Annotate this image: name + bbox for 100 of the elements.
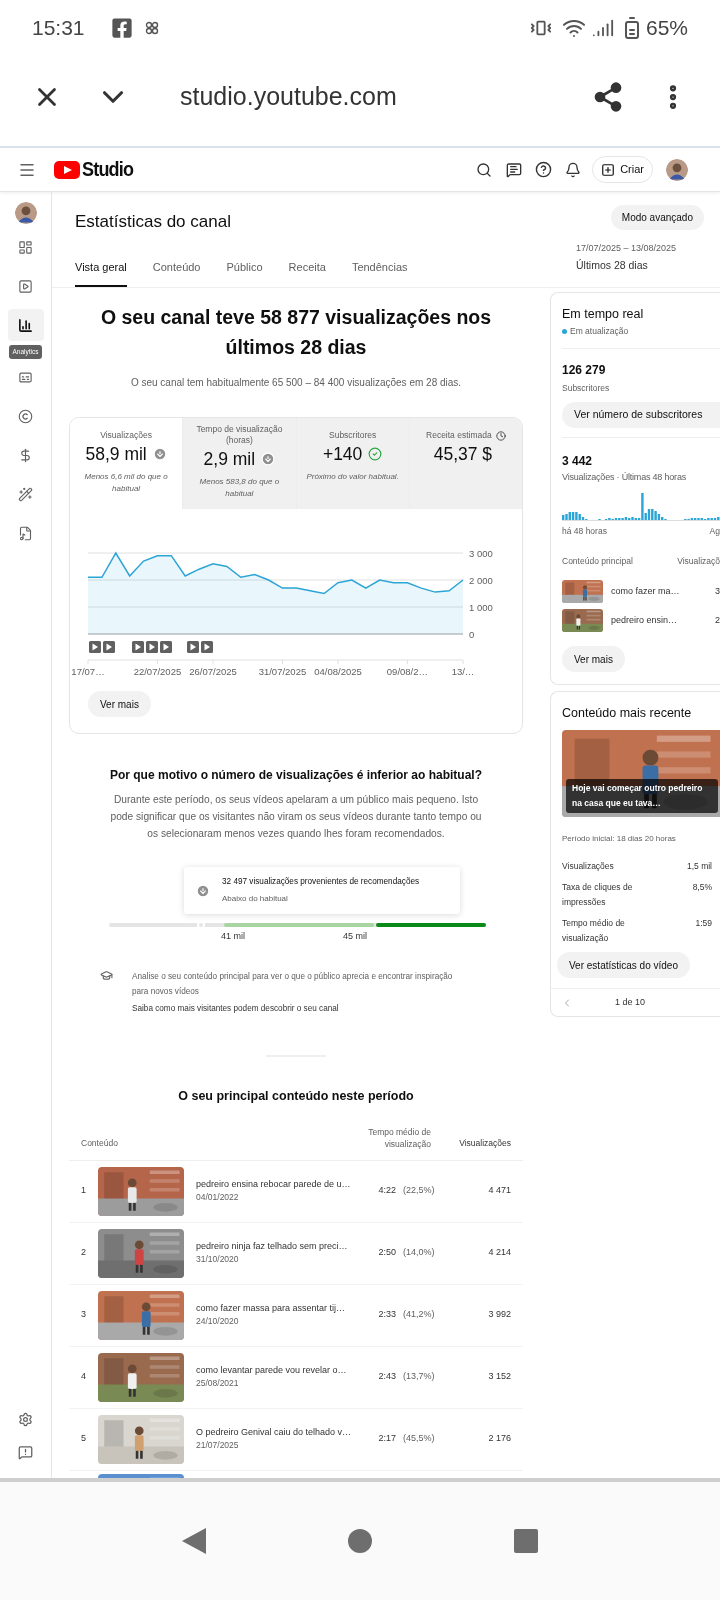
tab[interactable]: Conteúdo [152, 258, 201, 287]
avg-time: 2:17 [378, 1432, 396, 1446]
search-icon[interactable] [476, 161, 493, 178]
realtime-item[interactable]: pedreiro ensin… 2 [562, 609, 720, 633]
share-icon[interactable] [592, 81, 624, 113]
settings-icon[interactable] [18, 1412, 33, 1427]
content-row[interactable]: 5 O pedreiro Genival caiu do telhado v… 21/07/2025 2:17 (45,5%) 2 176 [69, 1408, 523, 1471]
x-tick-label: 26/07/2025 [189, 666, 237, 677]
metric-value: 45,37 $ [433, 443, 493, 466]
play-box-icon [18, 278, 33, 294]
bell-icon[interactable] [565, 161, 582, 178]
video-title: como fazer massa para assentar tij… [196, 1301, 347, 1315]
video-title: O pedreiro Genival caiu do telhado v… [196, 1425, 353, 1439]
callout-text: 32 497 visualizações provenientes de recomendações [222, 876, 420, 889]
tip-text: Analise o seu conteúdo principal para ver o que o público aprecia e encontrar inspiração para novos vídeos [132, 970, 454, 998]
y-tick-label: 3 000 [469, 547, 493, 559]
tip-link[interactable]: Saiba como mais visitantes podem descobrir o seu canal [132, 1002, 462, 1015]
metric-note: Próximo do valor habitual. [306, 471, 399, 483]
stat-label: Tempo médio de visualização [562, 917, 626, 945]
item-views: 2 [715, 614, 720, 627]
dashboard-icon [18, 239, 33, 255]
subtitles-icon [18, 370, 33, 386]
video-marker-icon[interactable] [146, 641, 158, 653]
clock-icon [495, 430, 506, 441]
callout-subtext: Abaixo do habitual [222, 892, 289, 905]
video-marker-icon[interactable] [187, 641, 199, 653]
video-marker-icon[interactable] [103, 641, 115, 653]
logo-text[interactable]: Studio [82, 154, 134, 185]
avg-percent: (41,2%) [403, 1308, 436, 1322]
video-date: 24/10/2020 [196, 1315, 240, 1329]
metric-tab[interactable]: Tempo de visualização (horas) 2,9 mil Menos 583,8 do que o habitual [182, 418, 296, 509]
video-marker-icon[interactable] [201, 641, 213, 653]
video-marker-icon[interactable] [160, 641, 172, 653]
y-tick-label: 2 000 [469, 574, 493, 586]
metric-tab[interactable]: Subscritores +140 Próximo do valor habitual. [295, 418, 409, 509]
avatar[interactable] [14, 202, 37, 224]
metric-value: 58,9 mil [85, 443, 147, 466]
metric-tab[interactable]: Receita estimada 45,37 $ [408, 418, 522, 509]
notification-icon [144, 21, 159, 35]
y-tick-label: 1 000 [469, 601, 493, 613]
subscriber-count: 126 279 [562, 361, 607, 379]
content-row[interactable]: 4 como levantar parede vou revelar o… 25/08/2021 2:43 (13,7%) 3 152 [69, 1346, 523, 1409]
metric-value: +140 [322, 443, 363, 466]
x-tick-label: 13/… [451, 666, 475, 677]
check-icon [368, 447, 383, 461]
rank: 3 [81, 1308, 87, 1322]
avatar[interactable] [666, 158, 688, 181]
studio-logo-icon[interactable] [54, 160, 80, 179]
video-title: pedreiro ensina rebocar parede de u… [196, 1177, 352, 1191]
table-title: O seu principal conteúdo neste período [177, 1087, 415, 1105]
url-text[interactable]: studio.youtube.com [180, 78, 397, 116]
content-row[interactable]: 2 pedreiro ninja faz telhado sem preci… 31/10/2020 2:50 (14,0%) 4 214 [69, 1222, 523, 1285]
tab[interactable]: Vista geral [75, 258, 127, 287]
see-more-button[interactable]: Ver mais [562, 646, 625, 673]
sidebar-item[interactable] [7, 309, 44, 341]
avg-percent: (13,7%) [403, 1370, 436, 1384]
subscribers-button[interactable]: Ver número de subscritores [562, 402, 720, 429]
avg-percent: (45,5%) [403, 1432, 436, 1446]
axis-label: Ag [709, 524, 720, 538]
views-count: 4 214 [487, 1246, 511, 1260]
video-stats-button[interactable]: Ver estatísticas do vídeo [557, 952, 690, 978]
recents-icon[interactable] [513, 1528, 539, 1554]
feedback-icon[interactable] [18, 1445, 33, 1460]
rank: 4 [81, 1370, 87, 1384]
x-tick-label: 17/07… [71, 666, 105, 677]
realtime-item[interactable]: como fazer ma… 3 [562, 580, 720, 604]
rank: 5 [81, 1432, 87, 1446]
content-row[interactable]: 3 como fazer massa para assentar tij… 24/10/2020 2:33 (41,2%) 3 992 [69, 1284, 523, 1347]
back-icon[interactable] [181, 1527, 207, 1555]
date-range: 17/07/2025 – 13/08/2025 [576, 242, 678, 255]
dollar-icon [18, 448, 33, 464]
feedback-icon[interactable] [506, 161, 523, 178]
help-icon[interactable] [535, 161, 553, 178]
range-label: 41 mil [221, 930, 245, 943]
item-title: pedreiro ensin… [611, 614, 678, 627]
video-date: 25/08/2021 [196, 1377, 240, 1391]
avg-percent: (14,0%) [403, 1246, 436, 1260]
page-title: Estatísticas do canal [75, 211, 232, 233]
content-row[interactable]: 1 pedreiro ensina rebocar parede de u… 04/01/2022 4:22 (22,5%) 4 471 [69, 1160, 523, 1223]
views-count: 3 442 [562, 453, 594, 471]
metric-value: 2,9 mil [203, 448, 256, 471]
tab[interactable]: Tendências [351, 258, 408, 287]
plus-box-icon [601, 162, 616, 177]
tab[interactable]: Receita [288, 258, 326, 287]
latest-video-title[interactable]: Hoje vai começar outro pedreiro na casa que eu tava… [566, 779, 718, 813]
x-tick-label: 09/08/2… [386, 666, 429, 677]
item-title: como fazer ma… [611, 585, 680, 598]
avg-time: 2:43 [378, 1370, 396, 1384]
see-more-button[interactable]: Ver mais [88, 691, 151, 717]
status-time: 15:31 [32, 15, 85, 42]
advanced-mode-button[interactable]: Modo avançado [610, 205, 704, 230]
video-marker-icon[interactable] [132, 641, 144, 653]
video-date: 04/01/2022 [196, 1191, 240, 1205]
period-label[interactable]: Últimos 28 dias [576, 257, 704, 274]
home-icon[interactable] [347, 1528, 373, 1554]
explanation-title: Por que motivo o número de visualizações é inferior ao habitual? [108, 767, 484, 784]
video-marker-icon[interactable] [89, 641, 101, 653]
tab[interactable]: Público [226, 258, 263, 287]
stat-value: 8,5% [692, 881, 712, 894]
stat-label: Taxa de cliques de impressões [562, 881, 634, 909]
